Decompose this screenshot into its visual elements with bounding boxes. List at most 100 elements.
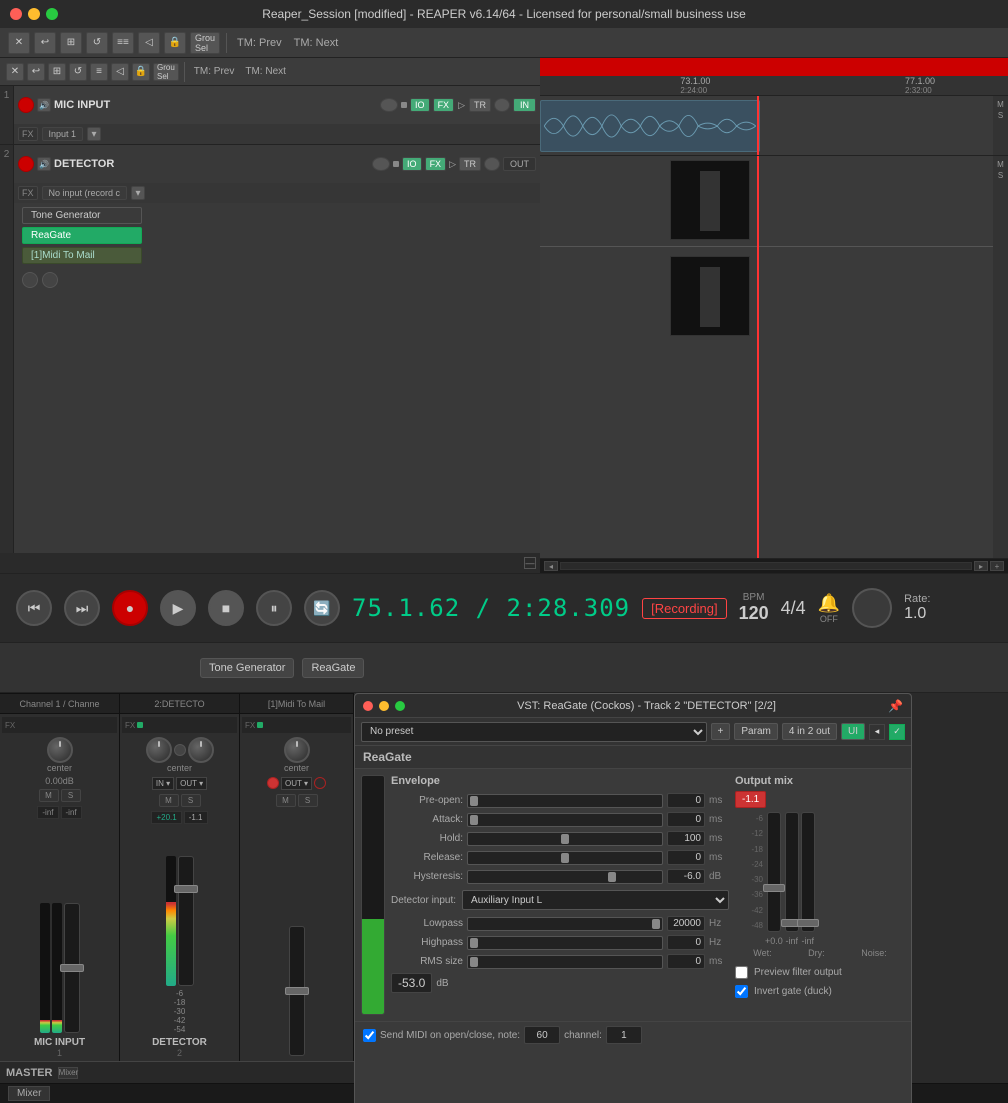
track1-tr-btn[interactable]: TR (469, 98, 491, 112)
highpass-slider[interactable] (467, 936, 663, 950)
track2-plugin-reagate[interactable]: ReaGate (22, 227, 142, 244)
plugin-routing-btn[interactable]: 4 in 2 out (782, 723, 837, 740)
pre-open-slider[interactable] (467, 794, 663, 808)
track2-plugin-tone[interactable]: Tone Generator (22, 207, 142, 224)
ch2-fader-knob[interactable] (174, 885, 198, 893)
hold-thumb[interactable] (561, 834, 569, 844)
ch1-fader-knob[interactable] (60, 964, 84, 972)
ch3-solo-btn[interactable]: S (298, 794, 318, 807)
track2-fx-btn[interactable]: FX (425, 157, 447, 171)
ch2-solo-btn[interactable]: S (181, 794, 201, 807)
track1-knob[interactable] (494, 98, 510, 112)
track2-record-btn[interactable] (18, 156, 34, 172)
ch2-io-out[interactable]: OUT ▾ (176, 777, 207, 790)
master-volume-knob[interactable] (852, 588, 892, 628)
noise-fader-handle[interactable] (797, 919, 819, 927)
time-sig[interactable]: 4/4 (781, 598, 806, 619)
toolbar-btn-4[interactable]: ↺ (86, 32, 108, 54)
ch-name-1[interactable]: Channel 1 / Channe (0, 694, 120, 713)
ch1-solo-btn[interactable]: S (61, 789, 81, 802)
ch3-fader-knob[interactable] (285, 987, 309, 995)
attack-slider[interactable] (467, 813, 663, 827)
ch-name-2[interactable]: 2:DETECTO (120, 694, 240, 713)
ch2-mute-btn[interactable]: M (159, 794, 179, 807)
release-slider[interactable] (467, 851, 663, 865)
ch3-mute-btn[interactable]: M (276, 794, 296, 807)
bpm-value[interactable]: 120 (739, 603, 769, 624)
lowpass-thumb[interactable] (652, 919, 660, 929)
track2-mute-icon[interactable]: 🔊 (37, 157, 51, 171)
mixer-status-btn[interactable]: Mixer (8, 1086, 50, 1101)
play-btn[interactable]: ▶ (160, 590, 196, 626)
toolbar2-btn-lock[interactable]: 🔒 (132, 63, 150, 81)
track2-tr-btn[interactable]: TR (459, 157, 481, 171)
release-thumb[interactable] (561, 853, 569, 863)
toolbar-btn-3[interactable]: ⊞ (60, 32, 82, 54)
ch1-mute-btn[interactable]: M (39, 789, 59, 802)
track2-knob[interactable] (484, 157, 500, 171)
go-to-end-btn[interactable]: ⏭ (64, 590, 100, 626)
plugin-pin-btn[interactable]: 📌 (888, 699, 903, 713)
ch1-fader[interactable] (64, 903, 80, 1033)
track2-routing-btn[interactable]: OUT (503, 157, 536, 171)
ch3-fader[interactable] (289, 926, 305, 1056)
toolbar2-btn1[interactable]: ✕ (6, 63, 24, 81)
track2-fx-dropdown[interactable]: ▾ (131, 186, 145, 200)
track1-settings-btn[interactable] (380, 98, 398, 112)
toolbar-btn-6[interactable]: ◁ (138, 32, 160, 54)
stop-btn[interactable]: ■ (208, 590, 244, 626)
pre-open-thumb[interactable] (470, 796, 478, 806)
track2-settings-btn[interactable] (372, 157, 390, 171)
toolbar2-btn2[interactable]: ↩ (27, 63, 45, 81)
send-midi-note[interactable] (524, 1026, 560, 1044)
toolbar-btn-5[interactable]: ≡≡ (112, 32, 134, 54)
track2-fx-select[interactable]: No input (record c (42, 186, 128, 200)
wet-fader-handle[interactable] (763, 884, 785, 892)
toolbar2-btn5[interactable]: ≡ (90, 63, 108, 81)
track1-fx-btn[interactable]: FX (433, 98, 455, 112)
track1-routing-btn[interactable]: IN (513, 98, 536, 112)
hold-slider[interactable] (467, 832, 663, 846)
timeline-right-btn[interactable]: ▸ (974, 561, 988, 571)
pause-btn[interactable]: ⏸ (256, 590, 292, 626)
rms-size-slider[interactable] (467, 955, 663, 969)
go-to-start-btn[interactable]: ⏮ (16, 590, 52, 626)
send-midi-channel[interactable] (606, 1026, 642, 1044)
toolbar-btn-group[interactable]: GrouSel (190, 32, 220, 54)
highpass-thumb[interactable] (470, 938, 478, 948)
ch3-pan-knob[interactable] (284, 737, 310, 763)
plugin-ui-btn[interactable]: UI (841, 723, 865, 740)
plugin-close-btn[interactable] (363, 701, 373, 711)
rms-size-thumb[interactable] (470, 957, 478, 967)
plugin-maximize-btn[interactable] (395, 701, 405, 711)
track2-collapse-1[interactable] (22, 272, 38, 288)
minimize-button[interactable] (28, 8, 40, 20)
wet-fader[interactable] (767, 812, 781, 932)
track1-record-btn[interactable] (18, 97, 34, 113)
ch2-pan-knob-l[interactable] (146, 737, 172, 763)
mixer-bottom-btn[interactable]: Mixer (58, 1067, 78, 1079)
maximize-button[interactable] (46, 8, 58, 20)
track1-io-btn[interactable]: IO (410, 98, 430, 112)
tone-gen-label[interactable]: Tone Generator (200, 658, 294, 678)
close-button[interactable] (10, 8, 22, 20)
send-midi-checkbox[interactable] (363, 1029, 376, 1042)
track1-mute-icon[interactable]: 🔊 (37, 98, 51, 112)
track1-fx-select[interactable]: Input 1 (42, 127, 84, 141)
loop-btn[interactable]: 🔄 (304, 590, 340, 626)
noise-fader[interactable] (801, 812, 815, 932)
record-btn[interactable]: ● (112, 590, 148, 626)
toolbar-btn-lock[interactable]: 🔒 (164, 32, 186, 54)
toolbar-btn-2[interactable]: ↩ (34, 32, 56, 54)
plugin-preset-select[interactable]: No preset (361, 722, 707, 742)
track2-collapse-2[interactable] (42, 272, 58, 288)
ch-name-3[interactable]: [1]Midi To Mail (240, 694, 354, 713)
toolbar2-group[interactable]: GrouSel (153, 63, 179, 81)
track-collapse-btn[interactable]: — (524, 557, 536, 569)
ch1-pan-knob[interactable] (47, 737, 73, 763)
preview-filter-checkbox[interactable] (735, 966, 748, 979)
timeline-expand-btn[interactable]: + (990, 561, 1004, 571)
plugin-check-btn[interactable]: ✓ (889, 724, 905, 740)
track2-io-btn[interactable]: IO (402, 157, 422, 171)
ch2-io-in[interactable]: IN ▾ (152, 777, 174, 790)
